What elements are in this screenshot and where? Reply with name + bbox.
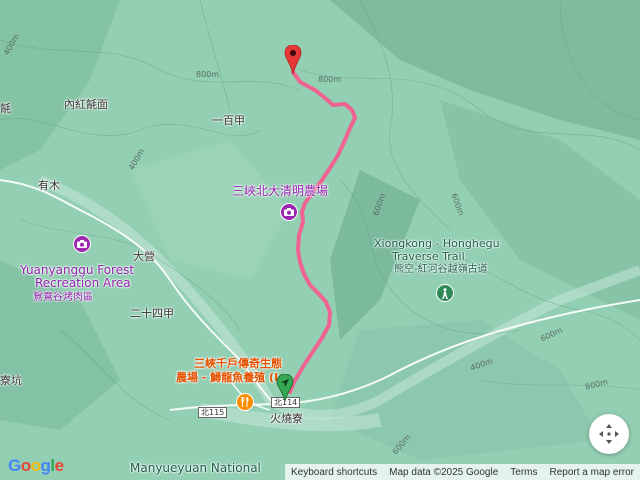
place-label-liaokeng: 寮坑 — [0, 374, 22, 387]
place-label-huoshaoliao: 火燒寮 — [270, 412, 303, 425]
camera-icon[interactable] — [73, 235, 91, 253]
google-logo: Google — [8, 456, 64, 475]
place-label-youmu: 有木 — [38, 179, 60, 192]
poi-sanxia-farm-label-line2[interactable]: 農場 - 鱘龍魚養殖 (I... — [176, 371, 291, 385]
terrain-layer — [0, 0, 640, 480]
keyboard-shortcuts-link[interactable]: Keyboard shortcuts — [285, 467, 383, 478]
poi-xiongkong-label-line2[interactable]: Traverse Trail — [392, 251, 465, 263]
camera-icon[interactable] — [280, 203, 298, 221]
map-data-attribution: Map data ©2025 Google — [389, 466, 499, 478]
map-footer-bar: Keyboard shortcuts Map data ©2025 Google… — [284, 464, 640, 480]
place-label-neihong: 內紅毻面 — [64, 98, 108, 111]
poi-yuanyanggu-label-zh[interactable]: 鴛鴦谷烤肉區 — [33, 291, 93, 304]
poi-yuanyanggu-label-line2[interactable]: Recreation Area — [35, 277, 131, 290]
terms-link[interactable]: Terms — [504, 467, 543, 478]
move-arrows-icon — [599, 424, 619, 444]
place-label-ershisijia: 二十四甲 — [130, 307, 174, 320]
map-canvas[interactable]: 內紅毻面 毻 一百甲 有木 大營 二十四甲 火燒寮 寮坑 800m 400m 6… — [0, 0, 640, 480]
place-label-left-edge: 毻 — [0, 102, 11, 115]
map-pan-control-button[interactable] — [589, 414, 629, 454]
poi-sanxia-farm-label-line1[interactable]: 三峽千戶傳奇生態 — [194, 357, 282, 371]
road-shield-b115: 北115 — [198, 407, 228, 418]
poi-xiongkong-label-zh[interactable]: 熊空-紅河谷越嶺古道 — [394, 264, 488, 276]
poi-qingming-farm-label[interactable]: 三峽北大清明農場 — [232, 185, 328, 198]
start-pin-icon[interactable] — [276, 373, 294, 406]
place-label-yibaijia: 一百甲 — [212, 114, 245, 127]
restaurant-icon[interactable] — [236, 393, 254, 411]
contour-label: 800m — [196, 70, 220, 79]
end-pin-icon[interactable] — [284, 44, 302, 79]
poi-xiongkong-label-line1[interactable]: Xiongkong - Honghegu — [374, 238, 500, 250]
poi-manyueyuan-label[interactable]: Manyueyuan National — [130, 462, 261, 474]
contour-label: 800m — [318, 75, 342, 84]
hiking-icon[interactable] — [436, 284, 454, 302]
place-label-daying: 大營 — [133, 250, 155, 263]
report-map-error-link[interactable]: Report a map error — [544, 467, 640, 478]
